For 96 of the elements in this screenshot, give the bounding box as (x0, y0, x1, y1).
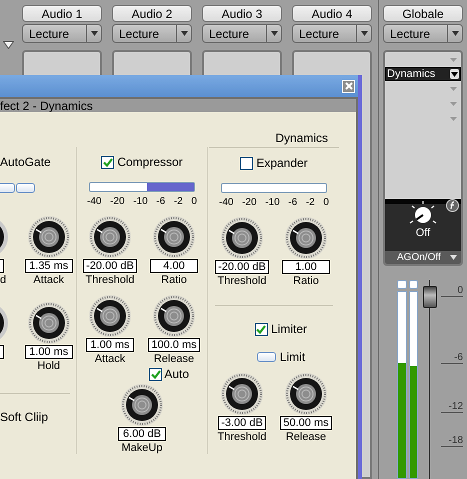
channel-name-button[interactable]: Audio 3 (202, 5, 282, 22)
knob-label: MakeUp (122, 442, 162, 454)
toggle-button[interactable] (16, 183, 35, 193)
scale-label: -10 (265, 197, 280, 208)
knob-reading: Off (416, 227, 430, 239)
scale-label: -40 (87, 196, 102, 207)
scale-label: -10 (133, 196, 148, 207)
knob-label: Release (154, 353, 194, 365)
knob-icon[interactable] (120, 383, 164, 427)
caret-icon (450, 255, 457, 260)
knob-icon[interactable] (26, 215, 71, 259)
scale-label: -6 (441, 352, 463, 364)
knob-icon[interactable] (220, 372, 264, 416)
channel-name-button[interactable]: Audio 4 (292, 5, 372, 22)
knob-icon[interactable] (26, 301, 71, 345)
mode-dropdown[interactable]: Lecture (112, 24, 192, 43)
dropdown-triangle-icon[interactable] (3, 41, 14, 49)
section-heading: Dynamics (275, 131, 328, 145)
value-field[interactable]: 4.00 (150, 259, 198, 273)
section-label: Soft Cliip (0, 410, 50, 424)
knob-icon[interactable] (152, 215, 196, 259)
scale-label: -12 (441, 401, 463, 413)
knob-label: Attack (94, 353, 126, 365)
mode-dropdown[interactable]: Lecture (202, 24, 282, 43)
value-field[interactable]: -20.00 dB (215, 260, 269, 274)
scale-label: 0 (191, 196, 197, 207)
fader-handle[interactable] (423, 286, 438, 308)
value-field[interactable]: 100.0 ms (148, 338, 200, 352)
knob-icon[interactable] (152, 294, 196, 338)
checkbox[interactable] (101, 156, 114, 168)
check-icon (256, 324, 266, 334)
knob-label: Ratio (161, 274, 187, 286)
caret-icon (452, 31, 458, 36)
checkbox-label: Limiter (270, 322, 307, 336)
value-field[interactable]: 1.00 (282, 260, 330, 274)
knob-label: Attack (33, 274, 64, 286)
caret-icon (180, 31, 188, 36)
knob-label: Ratio (293, 275, 319, 287)
checkbox[interactable] (240, 156, 254, 170)
value-field[interactable]: 50.00 ms (280, 416, 332, 430)
check-icon (150, 370, 161, 378)
value-field[interactable]: 1.35 ms (24, 259, 73, 273)
checkbox-label: Compressor (117, 155, 183, 169)
checkbox[interactable] (149, 368, 162, 380)
scale-label: -2 (174, 196, 183, 207)
scale-label: -18 (441, 435, 463, 447)
insert-slot-selected[interactable]: Dynamics (385, 67, 461, 81)
scale-label: -20 (242, 197, 257, 208)
knob-label: Threshold (86, 274, 134, 286)
mode-dropdown[interactable]: Lecture (383, 24, 463, 43)
channel-name-button[interactable]: Audio 1 (22, 5, 102, 22)
knob-icon[interactable] (284, 216, 328, 260)
checkbox-label: Auto (164, 367, 189, 381)
mode-dropdown[interactable]: Lecture (22, 24, 102, 43)
toggle-label: Limit (280, 350, 306, 364)
window-title: fect 2 - Dynamics (0, 98, 93, 112)
scale-label: 0 (323, 197, 329, 208)
caret-icon (451, 72, 458, 76)
value-field[interactable]: -3.00 dB (218, 416, 266, 430)
checkbox[interactable] (254, 322, 268, 336)
knob-label: Threshold (218, 275, 266, 287)
caret-icon (90, 31, 98, 36)
close-button[interactable] (342, 80, 355, 92)
channel-name-button[interactable]: Audio 2 (112, 5, 192, 22)
value-field[interactable]: 1.00 ms (86, 338, 134, 352)
circle-f-icon[interactable] (446, 199, 459, 212)
check-icon (102, 158, 113, 166)
scale-label: -40 (219, 197, 234, 208)
checkbox-label: Expander (256, 156, 308, 170)
value-field[interactable] (0, 345, 4, 359)
knob-label: Release (286, 431, 326, 443)
caret-icon (360, 31, 368, 36)
value-field[interactable] (0, 259, 4, 273)
scale-label: -6 (156, 196, 166, 207)
knob-label: Threshold (218, 431, 266, 443)
knob-label: d (0, 274, 6, 286)
value-field[interactable]: 1.00 ms (24, 345, 73, 359)
knob-icon[interactable] (88, 294, 132, 338)
toggle-button[interactable] (256, 352, 276, 362)
scale-label: -2 (306, 197, 315, 208)
scale-label: -20 (110, 196, 125, 207)
close-icon (344, 82, 352, 90)
toggle-button[interactable] (0, 183, 15, 193)
scale-label: -6 (288, 197, 298, 208)
channel-name-button[interactable]: Globale (383, 5, 463, 22)
knob-icon[interactable] (284, 372, 328, 416)
value-field[interactable]: -20.00 dB (83, 259, 137, 273)
section-label: AutoGate (0, 155, 52, 169)
knob-icon[interactable] (220, 216, 264, 260)
knob-icon[interactable] (88, 215, 132, 259)
knob-label: Hold (37, 360, 60, 372)
mode-dropdown[interactable]: Lecture (292, 24, 372, 43)
parameter-dropdown[interactable]: AGOn/Off (385, 251, 461, 264)
caret-icon (270, 31, 278, 36)
scale-label: 0 (441, 285, 463, 297)
value-field[interactable]: 6.00 dB (118, 427, 166, 441)
